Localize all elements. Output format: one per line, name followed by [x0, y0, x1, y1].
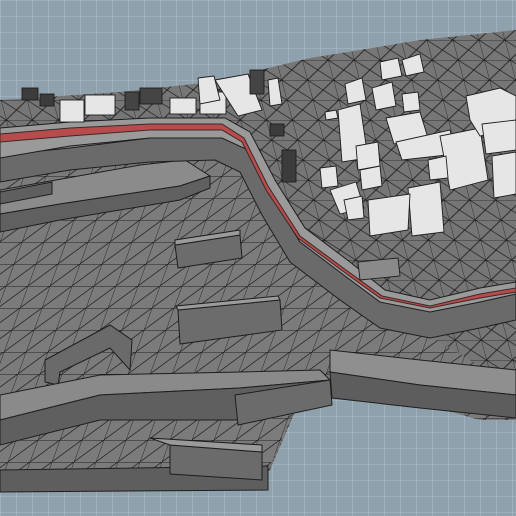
3d-viewport[interactable]: [0, 0, 516, 516]
scene-canvas: [0, 0, 516, 516]
arch-structure: [357, 257, 401, 281]
